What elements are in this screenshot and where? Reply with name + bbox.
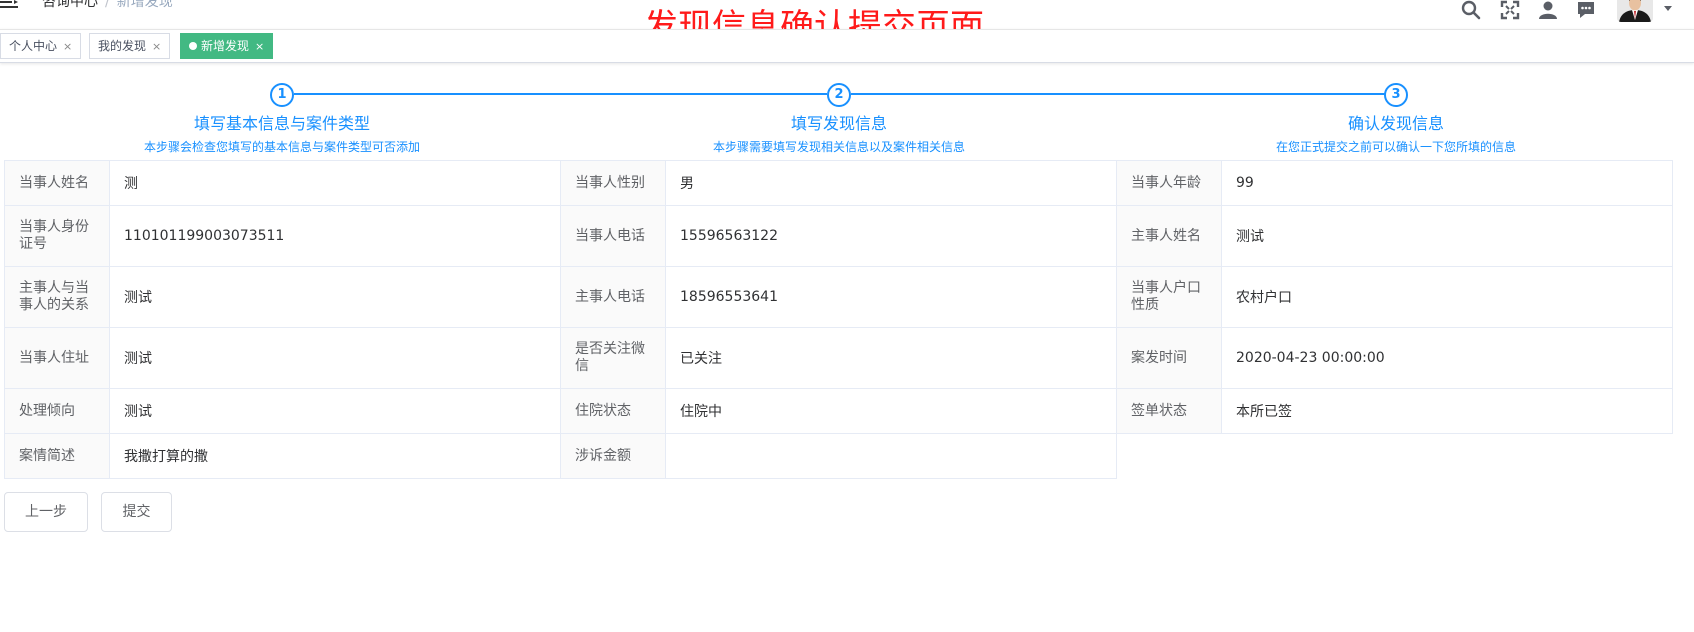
step-3-description: 在您正式提交之前可以确认一下您所填的信息 (1275, 140, 1517, 154)
value-principal-name: 测试 (1221, 205, 1673, 267)
label-principal-name: 主事人姓名 (1116, 205, 1222, 267)
step-2-title: 填写发现信息 (790, 114, 888, 133)
label-claim-amount: 涉诉金额 (560, 433, 666, 479)
caret-down-icon[interactable] (1663, 4, 1673, 12)
active-dot-icon (189, 42, 197, 50)
value-incident-time: 2020-04-23 00:00:00 (1221, 327, 1673, 389)
value-wechat-followed: 已关注 (665, 327, 1117, 389)
table-row: 当事人身份证号 110101199003073511 当事人电话 1559656… (4, 205, 1673, 267)
label-principal-phone: 主事人电话 (560, 266, 666, 328)
prev-step-button[interactable]: 上一步 (4, 492, 88, 532)
label-party-address: 当事人住址 (4, 327, 110, 389)
label-contract-status: 签单状态 (1116, 388, 1222, 434)
label-party-id-number: 当事人身份证号 (4, 205, 110, 267)
table-row: 当事人姓名 测 当事人性别 男 当事人年龄 99 (4, 160, 1673, 206)
message-icon[interactable] (1576, 0, 1596, 20)
avatar[interactable] (1617, 0, 1653, 22)
value-contract-status: 本所已签 (1221, 388, 1673, 434)
table-row: 主事人与当事人的关系 测试 主事人电话 18596553641 当事人户口性质 … (4, 266, 1673, 328)
breadcrumb: 咨询中心 / 新增发现 (42, 0, 173, 12)
avatar-image (1617, 0, 1653, 22)
tab-my-discoveries[interactable]: 我的发现 × (89, 33, 171, 59)
close-icon[interactable]: × (63, 40, 72, 53)
label-party-gender: 当事人性别 (560, 160, 666, 206)
value-principal-relation: 测试 (109, 266, 561, 328)
label-party-age: 当事人年龄 (1116, 160, 1222, 206)
label-hospital-status: 住院状态 (560, 388, 666, 434)
value-case-summary: 我撒打算的撒 (109, 433, 561, 479)
user-icon[interactable] (1538, 0, 1558, 20)
label-handling-tendency: 处理倾向 (4, 388, 110, 434)
label-party-phone: 当事人电话 (560, 205, 666, 267)
step-3-title: 确认发现信息 (1347, 114, 1445, 133)
step-2-description: 本步骤需要填写发现相关信息以及案件相关信息 (712, 140, 966, 154)
step-1-circle: 1 (270, 83, 294, 107)
table-row: 案情简述 我撒打算的撒 涉诉金额 (4, 433, 1673, 479)
tags-view: 个人中心 × 我的发现 × 新增发现 × (0, 29, 1694, 63)
label-incident-time: 案发时间 (1116, 327, 1222, 389)
tab-label: 我的发现 (98, 39, 147, 53)
value-party-name: 测 (109, 160, 561, 206)
close-icon[interactable]: × (152, 40, 161, 53)
step-1-title: 填写基本信息与案件类型 (193, 114, 371, 133)
value-party-age: 99 (1221, 160, 1673, 206)
table-row: 当事人住址 测试 是否关注微信 已关注 案发时间 2020-04-23 00:0… (4, 327, 1673, 389)
breadcrumb-item-consult-center[interactable]: 咨询中心 (42, 0, 98, 10)
tab-label: 个人中心 (9, 39, 58, 53)
value-party-gender: 男 (665, 160, 1117, 206)
table-row: 处理倾向 测试 住院状态 住院中 签单状态 本所已签 (4, 388, 1673, 434)
step-1-description: 本步骤会检查您填写的基本信息与案件类型可否添加 (143, 140, 421, 154)
discovery-details-table: 当事人姓名 测 当事人性别 男 当事人年龄 99 当事人身份证号 1101011… (4, 160, 1673, 479)
step-connector-line (851, 93, 1393, 95)
steps: 1 2 3 填写基本信息与案件类型 填写发现信息 确认发现信息 本步骤会检查您填… (0, 80, 1694, 160)
value-principal-phone: 18596553641 (665, 266, 1117, 328)
tab-new-discovery[interactable]: 新增发现 × (180, 33, 274, 59)
value-party-address: 测试 (109, 327, 561, 389)
value-party-phone: 15596563122 (665, 205, 1117, 267)
label-household-type: 当事人户口性质 (1116, 266, 1222, 328)
tab-label: 新增发现 (201, 39, 250, 53)
step-connector-line (294, 93, 827, 95)
step-2-circle: 2 (827, 83, 851, 107)
label-principal-relation: 主事人与当事人的关系 (4, 266, 110, 328)
fullscreen-icon[interactable] (1500, 0, 1520, 20)
search-icon[interactable] (1461, 0, 1481, 20)
value-household-type: 农村户口 (1221, 266, 1673, 328)
submit-button[interactable]: 提交 (101, 492, 172, 532)
value-hospital-status: 住院中 (665, 388, 1117, 434)
tab-personal-center[interactable]: 个人中心 × (0, 33, 82, 59)
value-handling-tendency: 测试 (109, 388, 561, 434)
breadcrumb-item-new-discovery: 新增发现 (116, 0, 173, 10)
close-icon[interactable]: × (255, 40, 264, 53)
hamburger-icon[interactable] (0, 0, 18, 8)
label-wechat-followed: 是否关注微信 (560, 327, 666, 389)
label-case-summary: 案情简述 (4, 433, 110, 479)
breadcrumb-separator: / (105, 0, 110, 10)
value-claim-amount (665, 433, 1117, 479)
table-empty-cell (1117, 434, 1673, 479)
step-3-circle: 3 (1384, 83, 1408, 107)
label-party-name: 当事人姓名 (4, 160, 110, 206)
value-party-id-number: 110101199003073511 (109, 205, 561, 267)
